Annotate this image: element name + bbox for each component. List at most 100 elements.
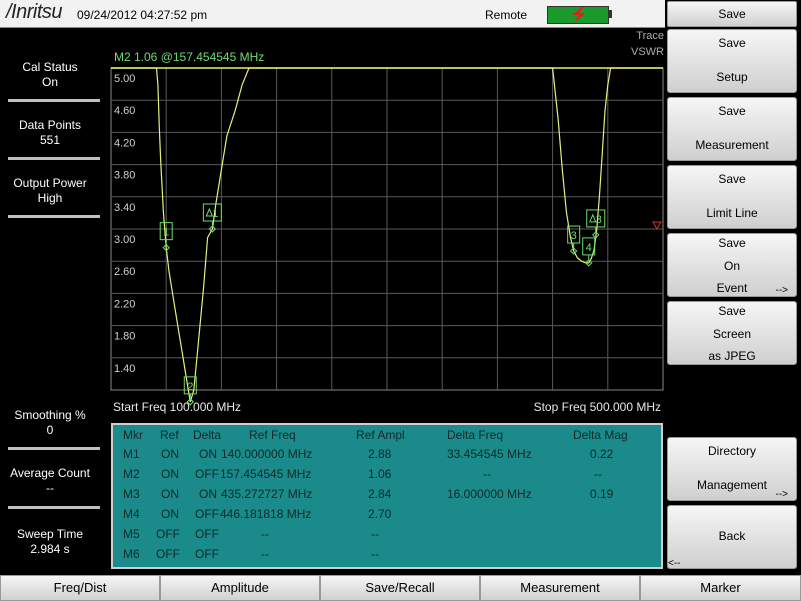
cal-status[interactable]: Cal Status On xyxy=(4,60,96,90)
table-cell-ref-ampl: 1.06 xyxy=(368,467,392,481)
save-measurement-button[interactable]: Save Measurement xyxy=(667,97,797,161)
table-cell-delta: OFF xyxy=(195,547,219,561)
data-points[interactable]: Data Points 551 xyxy=(4,118,96,148)
table-header: Ref Freq xyxy=(249,428,296,442)
table-cell-delta: OFF xyxy=(195,507,219,521)
average-count-label: Average Count xyxy=(10,466,90,480)
table-cell-ref-freq: 435.272727 MHz xyxy=(221,487,313,501)
save-limit-line-button[interactable]: Save Limit Line xyxy=(667,165,797,229)
table-cell-ref-ampl: 2.88 xyxy=(368,447,392,461)
smoothing-label: Smoothing % xyxy=(14,408,86,422)
table-cell-ref-freq: -- xyxy=(261,527,269,541)
marker-label: 4 xyxy=(586,242,592,254)
table-cell-delta-freq: 33.454545 MHz xyxy=(447,447,532,461)
softkey-menu-title: Save xyxy=(667,1,797,27)
table-cell-ref: ON xyxy=(161,487,179,501)
tab-marker[interactable]: Marker xyxy=(640,575,801,601)
marker-label: 1 xyxy=(163,227,169,239)
data-points-label: Data Points xyxy=(18,118,82,132)
y-tick-label: 4.20 xyxy=(114,137,135,149)
y-tick-label: 2.60 xyxy=(114,266,135,278)
table-cell-mkr: M6 xyxy=(123,547,140,561)
table-cell-mkr: M1 xyxy=(123,447,140,461)
table-cell-ref-freq: 446.181818 MHz xyxy=(220,507,312,521)
table-cell-delta: ON xyxy=(199,447,217,461)
trace-mode: VSWR xyxy=(631,46,664,58)
cal-status-value: On xyxy=(41,75,58,89)
stop-freq: Stop Freq 500.000 MHz xyxy=(534,400,661,414)
table-cell-ref: ON xyxy=(161,507,179,521)
marker-label: 3 xyxy=(571,230,577,242)
sweep-time-value: 2.984 s xyxy=(30,542,70,556)
marker-label: 1 xyxy=(212,208,218,220)
back-button[interactable]: Back <-- xyxy=(667,505,797,569)
y-tick-label: 5.00 xyxy=(114,73,135,85)
tab-measurement[interactable]: Measurement xyxy=(480,575,640,601)
data-points-value: 551 xyxy=(39,133,61,147)
average-count-value: -- xyxy=(46,481,54,495)
table-header: Delta xyxy=(193,428,222,442)
back-arrow-icon: <-- xyxy=(668,558,681,569)
table-cell-delta: ON xyxy=(199,487,217,501)
output-power-label: Output Power xyxy=(13,176,87,190)
table-cell-delta-mag: 0.19 xyxy=(590,487,614,501)
table-cell-ref: ON xyxy=(161,467,179,481)
left-divider xyxy=(8,99,100,102)
table-cell-delta-mag: 0.22 xyxy=(590,447,614,461)
start-freq: Start Freq 100.000 MHz xyxy=(113,400,241,414)
table-cell-ref: OFF xyxy=(156,547,180,561)
y-tick-label: 4.60 xyxy=(114,105,135,117)
save-setup-button[interactable]: Save Setup xyxy=(667,29,797,93)
table-cell-ref: OFF xyxy=(156,527,180,541)
table-cell-delta: OFF xyxy=(195,527,219,541)
marker-label: 2 xyxy=(187,381,193,393)
y-tick-label: 1.80 xyxy=(114,331,135,343)
table-header: Ref xyxy=(160,428,179,442)
y-tick-label: 3.40 xyxy=(114,202,135,214)
table-cell-ref-ampl: 2.70 xyxy=(368,507,392,521)
tab-save-recall[interactable]: Save/Recall xyxy=(320,575,480,601)
left-divider xyxy=(8,157,100,160)
sweep-time[interactable]: Sweep Time 2.984 s xyxy=(4,527,96,557)
submenu-arrow-icon: --> xyxy=(775,285,789,296)
table-cell-delta-mag: -- xyxy=(594,467,602,481)
table-cell-mkr: M4 xyxy=(123,507,140,521)
marker-label: 3 xyxy=(596,214,602,226)
table-cell-delta-freq: -- xyxy=(483,467,491,481)
tab-freq-dist[interactable]: Freq/Dist xyxy=(0,575,160,601)
smoothing[interactable]: Smoothing % 0 xyxy=(4,408,96,438)
table-cell-delta-freq: 16.000000 MHz xyxy=(447,487,532,501)
marker-table: Mkr Ref Delta Ref Freq Ref Ampl Delta Freq Del… xyxy=(111,423,663,569)
y-tick-label: 3.00 xyxy=(114,234,135,246)
left-divider xyxy=(8,215,100,218)
average-count[interactable]: Average Count -- xyxy=(4,466,96,496)
output-power[interactable]: Output Power High xyxy=(4,176,96,206)
table-cell-mkr: M2 xyxy=(123,467,140,481)
directory-management-button[interactable]: Directory Management --> xyxy=(667,437,797,501)
save-on-event-button[interactable]: Save On Event --> xyxy=(667,233,797,297)
marker-readout: M2 1.06 @157.454545 MHz xyxy=(114,50,264,64)
save-screen-jpeg-button[interactable]: Save Screen as JPEG xyxy=(667,301,797,365)
table-header: Mkr xyxy=(123,428,143,442)
left-divider xyxy=(8,447,100,450)
smoothing-value: 0 xyxy=(46,423,54,437)
y-tick-label: 1.40 xyxy=(114,363,135,375)
table-cell-ref-ampl: -- xyxy=(371,547,379,561)
trace-label: Trace xyxy=(636,30,664,42)
table-header: Ref Ampl xyxy=(356,428,405,442)
table-cell-mkr: M5 xyxy=(123,527,140,541)
cal-status-label: Cal Status xyxy=(22,60,78,74)
submenu-arrow-icon: --> xyxy=(775,489,789,500)
tab-amplitude[interactable]: Amplitude xyxy=(160,575,320,601)
table-cell-ref-freq: -- xyxy=(261,547,269,561)
table-cell-delta: OFF xyxy=(195,467,219,481)
sweep-time-label: Sweep Time xyxy=(16,527,84,541)
output-power-value: High xyxy=(37,191,63,205)
table-cell-ref: ON xyxy=(161,447,179,461)
table-cell-mkr: M3 xyxy=(123,487,140,501)
left-divider xyxy=(8,506,100,509)
table-cell-ref-ampl: 2.84 xyxy=(368,487,392,501)
y-tick-label: 3.80 xyxy=(114,170,135,182)
table-cell-ref-freq: 157.454545 MHz xyxy=(220,467,312,481)
table-cell-ref-ampl: -- xyxy=(371,527,379,541)
